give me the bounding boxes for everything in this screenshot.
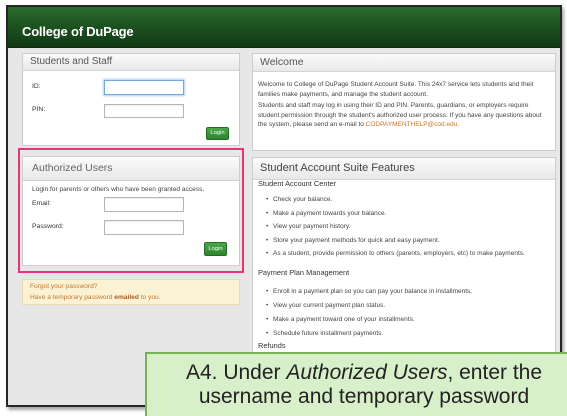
- authorized-login-button[interactable]: Login: [204, 242, 227, 256]
- students-staff-panel-title: Students and Staff: [23, 54, 239, 71]
- authorized-users-description: Login for parents or others who have bee…: [32, 186, 205, 193]
- list-item: Schedule future installment payments.: [266, 329, 536, 338]
- callout-emphasis: Authorized Users: [286, 361, 448, 384]
- list-item: View your current payment plan status.: [266, 301, 536, 310]
- section-heading-refunds: Refunds: [258, 341, 286, 350]
- pin-input[interactable]: [104, 104, 184, 118]
- welcome-panel-title: Welcome: [253, 54, 555, 72]
- password-help-box: Forgot your password? Have a temporary p…: [22, 279, 240, 305]
- login-instructions-paragraph: Students and staff may log in using thei…: [258, 101, 550, 130]
- instruction-callout: A4. Under Authorized Users, enter the us…: [145, 352, 567, 416]
- email-input[interactable]: [104, 197, 184, 212]
- temporary-password-text: Have a temporary password: [30, 294, 115, 301]
- list-item: View your payment history.: [266, 222, 536, 231]
- authorized-users-panel-title: Authorized Users: [23, 157, 239, 181]
- payment-plan-list: Enroll in a payment plan so you can pay …: [266, 287, 536, 343]
- pin-label: PIN:: [32, 106, 46, 113]
- screenshot-frame: College of DuPage Students and Staff ID:…: [6, 5, 562, 407]
- support-email-link[interactable]: CODPAYMENTHELP@cod.edu: [366, 121, 458, 128]
- list-item: Make a payment towards your balance.: [266, 209, 536, 218]
- password-label: Password:: [32, 223, 64, 230]
- account-center-list: Check your balance. Make a payment towar…: [266, 195, 536, 263]
- callout-line-2: username and temporary password: [198, 385, 530, 408]
- password-input[interactable]: [104, 220, 184, 235]
- list-item: Store your payment methods for quick and…: [266, 236, 536, 245]
- email-label: Email:: [32, 200, 51, 207]
- staff-login-button[interactable]: Login: [206, 127, 229, 140]
- welcome-panel: Welcome Welcome to College of DuPage Stu…: [252, 53, 556, 151]
- temporary-password-suffix: to you.: [138, 294, 161, 301]
- welcome-paragraph: Welcome to College of DuPage Student Acc…: [258, 81, 534, 98]
- list-item: As a student, provide permission to othe…: [266, 249, 536, 258]
- forgot-password-link[interactable]: Forgot your password?: [30, 282, 97, 291]
- callout-line-1: A4. Under Authorized Users, enter the: [161, 361, 567, 385]
- callout-step-text: A4. Under: [185, 361, 287, 384]
- id-label: ID:: [32, 83, 41, 90]
- students-staff-panel: Students and Staff ID: PIN: Login: [22, 53, 240, 146]
- authorized-users-panel: Authorized Users Login for parents or ot…: [22, 156, 240, 266]
- emailed-link[interactable]: emailed: [114, 294, 139, 301]
- list-item: Make a payment toward one of your instal…: [266, 315, 536, 324]
- college-title-logo[interactable]: College of DuPage: [22, 24, 134, 40]
- features-panel-title: Student Account Suite Features: [253, 158, 555, 180]
- temporary-password-line: Have a temporary password emailed to you…: [30, 293, 161, 302]
- list-item: Enroll in a payment plan so you can pay …: [266, 287, 536, 296]
- login-instructions-end: .: [457, 121, 460, 128]
- section-heading-account-center: Student Account Center: [258, 179, 337, 188]
- section-heading-payment-plan: Payment Plan Management: [258, 268, 350, 277]
- list-item: Check your balance.: [266, 195, 536, 204]
- site-header: College of DuPage: [8, 7, 560, 48]
- id-input[interactable]: [104, 80, 184, 95]
- callout-step-suffix: , enter the: [447, 361, 543, 384]
